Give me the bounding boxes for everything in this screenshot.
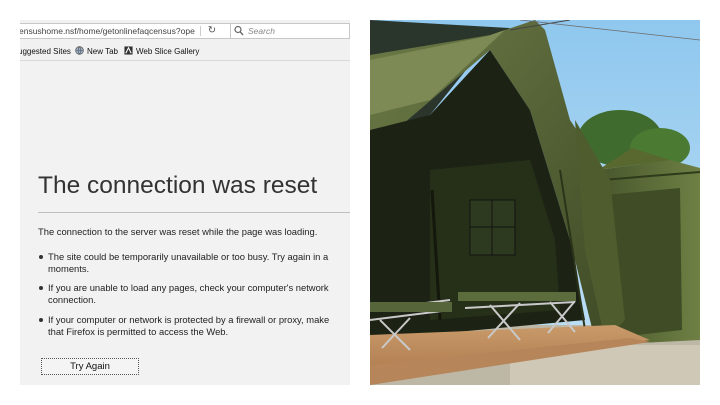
bullet-text-line: connection.	[48, 294, 96, 305]
bullet-dot	[39, 255, 43, 259]
search-icon	[234, 25, 244, 36]
search-input[interactable]: Search	[230, 23, 350, 39]
tent-illustration	[370, 20, 700, 385]
bullet-text-line: that Firefox is permitted to access the …	[48, 326, 229, 337]
url-text[interactable]: ensushome.nsf/home/getonlinefaqcensus?op…	[20, 25, 209, 38]
bookmark-label: uggested Sites	[20, 47, 71, 56]
bookmark-suggested-sites[interactable]: uggested Sites	[20, 46, 71, 58]
search-placeholder: Search	[248, 26, 275, 36]
bullet-text-line: moments.	[48, 263, 90, 274]
page-title: The connection was reset	[38, 172, 318, 199]
globe-icon	[75, 46, 84, 55]
error-description: The connection to the server was reset w…	[38, 226, 318, 237]
reload-icon[interactable]: ↻	[205, 24, 219, 38]
bullet-text-line: If you are unable to load any pages, che…	[48, 282, 329, 293]
try-again-button[interactable]: Try Again	[41, 358, 139, 375]
bullet-dot	[39, 318, 43, 322]
military-tent-photo	[370, 20, 700, 385]
bullet-dot	[39, 286, 43, 290]
web-slice-icon	[124, 46, 133, 55]
title-divider	[38, 212, 350, 213]
browser-window: ensushome.nsf/home/getonlinefaqcensus?op…	[20, 20, 350, 385]
bookmarks-bar: uggested Sites New Tab Web Slice Gallery	[20, 44, 350, 61]
error-page: The connection was reset The connection …	[20, 61, 350, 385]
bookmark-web-slice-gallery[interactable]: Web Slice Gallery	[124, 46, 199, 58]
url-separator	[200, 26, 201, 36]
bullet-text-line: The site could be temporarily unavailabl…	[48, 251, 329, 262]
bookmark-new-tab[interactable]: New Tab	[75, 46, 118, 58]
bullet-text-line: If your computer or network is protected…	[48, 314, 330, 325]
bookmark-label: New Tab	[87, 47, 118, 56]
bookmark-label: Web Slice Gallery	[136, 47, 200, 56]
navigation-toolbar: ensushome.nsf/home/getonlinefaqcensus?op…	[20, 20, 350, 42]
url-bar[interactable]: ensushome.nsf/home/getonlinefaqcensus?op…	[20, 23, 242, 39]
